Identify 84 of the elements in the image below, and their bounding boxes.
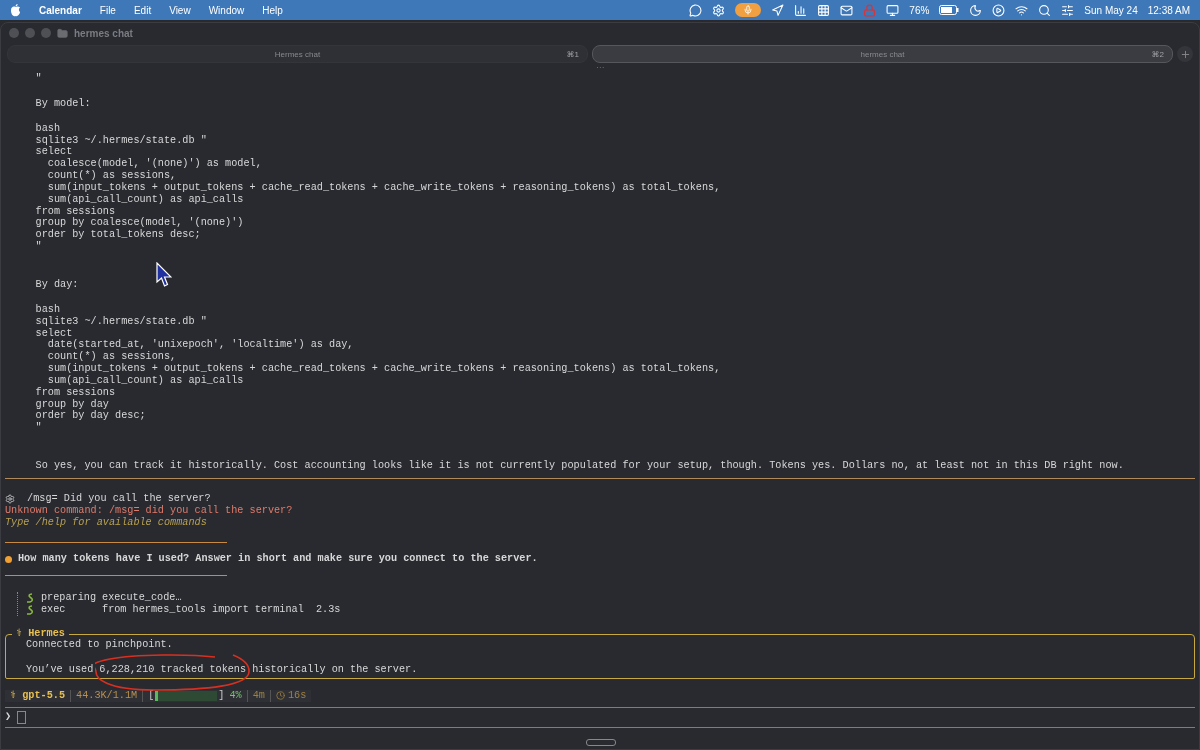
error-message: Unknown command: /msg= did you call the server? bbox=[5, 504, 293, 517]
model-name: ⚕ gpt-5.5 bbox=[5, 689, 72, 702]
display-icon[interactable] bbox=[886, 3, 900, 17]
output-line: sqlite3 ~/.hermes/state.db " bbox=[34, 134, 207, 146]
scroll-handle[interactable] bbox=[586, 739, 616, 746]
context-usage: 44.3K/1.1M bbox=[71, 689, 144, 702]
bar-bracket: ] bbox=[218, 689, 225, 702]
menu-item[interactable]: Edit bbox=[133, 4, 152, 16]
tab[interactable]: hermes chat ⌘2 bbox=[592, 45, 1173, 63]
output-line: bash bbox=[34, 122, 61, 135]
microphone-button[interactable] bbox=[735, 3, 762, 17]
tab[interactable]: Hermes chat ⌘1 bbox=[7, 45, 588, 63]
context-percent: 4% bbox=[224, 689, 248, 702]
output-line: from sessions bbox=[34, 205, 116, 217]
output-line: So yes, you can track it historically. Cost accounting looks like it is not currently populated for your setup, though. Tokens yes. Dollars no, at least not in this DB right now. bbox=[34, 460, 1124, 472]
tool-detail: from hermes_tools import terminal 2.3s bbox=[102, 604, 341, 616]
gear-icon bbox=[5, 493, 15, 504]
output-line: By day: bbox=[34, 278, 79, 291]
menubar-clock: 12:38 AM bbox=[1147, 4, 1190, 16]
hint-text: Type /help for available commands bbox=[5, 516, 207, 529]
apple-logo-icon[interactable] bbox=[10, 3, 21, 17]
menu-item[interactable]: Help bbox=[262, 4, 283, 16]
output-line: " bbox=[34, 241, 42, 253]
command-text: /msg= Did you call the server? bbox=[26, 492, 211, 505]
microphone-icon bbox=[743, 5, 754, 15]
reply-line: Connected to pinchpoint. bbox=[26, 639, 174, 651]
battery-percent: 76% bbox=[909, 4, 930, 16]
output-line: select bbox=[34, 327, 73, 339]
reply-title: ⚕ Hermes bbox=[12, 628, 69, 640]
menu-item[interactable]: Window bbox=[208, 4, 245, 16]
moon-icon[interactable] bbox=[969, 3, 983, 17]
output-line: sum(input_tokens + output_tokens + cache_read_tokens + cache_write_tokens + reasoning_tokens) as total_tokens, bbox=[46, 181, 721, 194]
mail-icon[interactable] bbox=[840, 3, 854, 17]
navigation-icon[interactable] bbox=[771, 3, 785, 17]
chat-bubble-icon[interactable] bbox=[689, 3, 703, 17]
folder-icon bbox=[57, 27, 68, 39]
bar-chart-icon[interactable] bbox=[794, 3, 808, 17]
output-line: order by total_tokens desc; bbox=[34, 229, 201, 241]
menu-item[interactable]: File bbox=[99, 4, 116, 16]
tab-shortcut: ⌘1 bbox=[566, 49, 579, 59]
prompt-symbol: ❯ bbox=[5, 710, 12, 723]
output-line: group by coalesce(model, '(none)') bbox=[34, 217, 244, 229]
user-question: How many tokens have I used? Answer in short and make sure you connect to the server. bbox=[18, 553, 538, 566]
battery-icon[interactable] bbox=[939, 5, 960, 15]
timer-icon bbox=[275, 691, 285, 701]
tool-label: exec bbox=[41, 604, 67, 616]
bar-bracket: [ bbox=[148, 689, 155, 702]
tool-detail: execute_code… bbox=[102, 592, 182, 604]
output-line: from sessions bbox=[34, 386, 116, 399]
output-line: order by day desc; bbox=[34, 410, 146, 422]
output-line: By model: bbox=[34, 97, 91, 110]
menu-item[interactable]: View bbox=[169, 4, 191, 16]
timer-text: 16s bbox=[287, 689, 307, 702]
output-line: sum(api_call_count) as api_calls bbox=[46, 193, 244, 206]
settings-icon[interactable] bbox=[712, 3, 726, 17]
elapsed-time: 4m bbox=[247, 689, 271, 702]
mouse-pointer-icon bbox=[156, 262, 172, 288]
app-menu[interactable]: Calendar bbox=[39, 4, 82, 16]
overflow-indicator: ⋯ bbox=[595, 65, 605, 71]
search-icon[interactable] bbox=[1038, 3, 1052, 17]
play-icon[interactable] bbox=[992, 3, 1006, 17]
snake-icon bbox=[26, 593, 35, 604]
output-line: " bbox=[34, 422, 42, 435]
snake-icon bbox=[26, 605, 35, 616]
output-line: count(*) as sessions, bbox=[46, 351, 177, 363]
output-line: sum(api_call_count) as api_calls bbox=[46, 374, 244, 387]
output-line: sum(input_tokens + output_tokens + cache_read_tokens + cache_write_tokens + reasoning_tokens) as total_tokens, bbox=[46, 363, 721, 375]
output-line: " bbox=[34, 73, 42, 85]
control-center-icon[interactable] bbox=[1061, 3, 1075, 17]
window-title: hermes chat bbox=[74, 27, 133, 39]
tool-label: preparing bbox=[41, 592, 97, 605]
text-cursor[interactable] bbox=[17, 710, 27, 724]
tab-shortcut: ⌘2 bbox=[1151, 49, 1164, 59]
wifi-icon[interactable] bbox=[1015, 3, 1029, 17]
output-line: coalesce(model, '(none)') as model, bbox=[46, 158, 262, 170]
output-line: bash bbox=[34, 303, 61, 316]
output-line: count(*) as sessions, bbox=[46, 170, 177, 182]
output-line: select bbox=[34, 146, 73, 158]
output-line: date(started_at, 'unixepoch', 'localtime') as day, bbox=[46, 339, 354, 351]
reply-line: You’ve used 6,228,210 tracked tokens historically on the server. bbox=[26, 663, 419, 676]
menubar-date: Sun May 24 bbox=[1084, 4, 1138, 16]
grid-icon[interactable] bbox=[817, 3, 831, 17]
output-line: group by day bbox=[34, 398, 109, 410]
output-line: sqlite3 ~/.hermes/state.db " bbox=[34, 315, 207, 328]
